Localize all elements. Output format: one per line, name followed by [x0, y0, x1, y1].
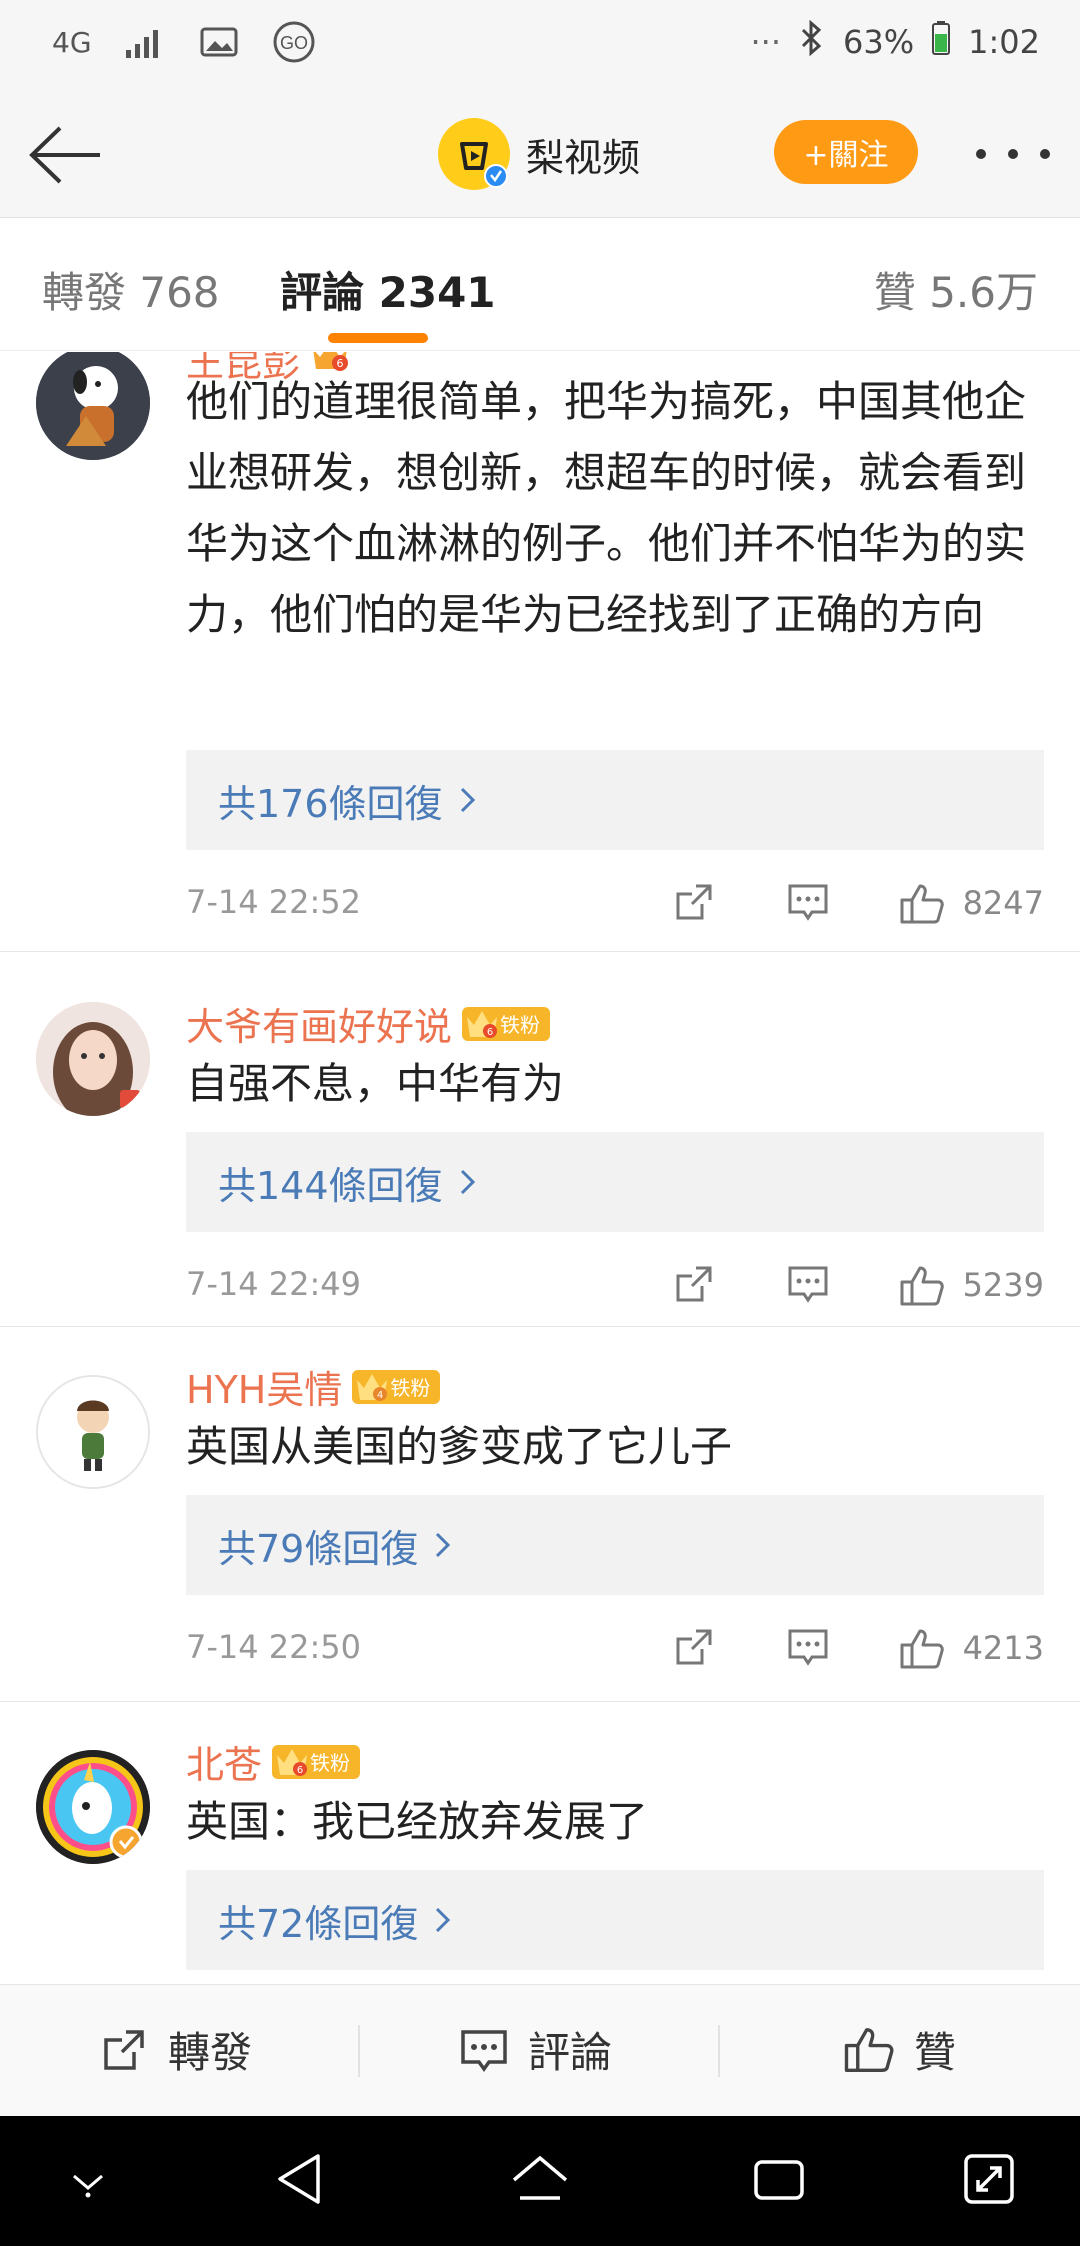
account-brand[interactable]: 梨视频	[438, 118, 640, 190]
comment-time: 7-14 22:50	[186, 1628, 362, 1666]
comment-username[interactable]: 大爷有画好好说 6 铁粉	[186, 996, 551, 1051]
svg-text:6: 6	[487, 1027, 493, 1038]
reply-comment-icon[interactable]	[786, 1262, 830, 1310]
hide-nav-icon[interactable]	[66, 2168, 110, 2202]
reply-comment-icon[interactable]	[786, 880, 830, 928]
chevron-right-icon	[460, 1169, 475, 1195]
svg-text:4: 4	[377, 1390, 383, 1401]
more-dot-icon	[1008, 149, 1018, 159]
more-dot-icon	[1040, 149, 1050, 159]
thumbs-up-icon	[844, 2027, 894, 2072]
gallery-icon	[200, 26, 238, 58]
share-icon[interactable]	[672, 1625, 716, 1673]
view-replies-button[interactable]: 共176條回復	[186, 750, 1044, 850]
view-replies-button[interactable]: 共72條回復	[186, 1870, 1044, 1970]
comment-text: 他们的道理很简单，把华为搞死，中国其他企业想研发，想创新，想超车的时候，就会看到…	[186, 377, 1027, 639]
bottom-action-bar: 轉發 評論 贊	[0, 1984, 1080, 2116]
comment-icon	[461, 2029, 507, 2072]
comment-text: 英国从美国的爹变成了它儿子	[186, 1422, 733, 1471]
divider	[718, 2025, 720, 2077]
chevron-right-icon	[460, 787, 475, 813]
svg-text:6: 6	[297, 1765, 303, 1776]
comment-text: 英国：我已经放弃发展了	[186, 1797, 649, 1846]
view-replies-button[interactable]: 共79條回復	[186, 1495, 1044, 1595]
battery-level: 63%	[843, 23, 915, 61]
recents-nav-icon[interactable]	[752, 2152, 806, 2210]
comment-meta: 7-14 22:49 5239	[186, 1254, 1044, 1314]
iron-fan-badge: 4 铁粉	[352, 1369, 441, 1404]
share-icon[interactable]	[672, 880, 716, 928]
like-thumb-icon[interactable]	[898, 1625, 946, 1677]
reply-comment-icon[interactable]	[786, 1625, 830, 1673]
signal-icon	[125, 26, 166, 58]
comment-username[interactable]: 北苍 6 铁粉	[186, 1734, 361, 1789]
bluetooth-icon	[799, 19, 825, 64]
more-dot-icon	[976, 149, 986, 159]
overflow-indicator: ···	[750, 23, 782, 61]
comment-item: 王昆彭 6 他们的道理很简单，把华为搞死，中国其他企业想研发，想创新，想超车的时…	[0, 352, 1080, 952]
tab-comments[interactable]: 評論 2341	[280, 259, 496, 320]
go-app-icon: GO	[272, 20, 316, 64]
comment-username[interactable]: HYH吴情 4 铁粉	[186, 1359, 441, 1414]
home-nav-icon[interactable]	[510, 2152, 570, 2210]
iron-fan-badge: 6 铁粉	[272, 1744, 361, 1779]
network-type-icon: 4G	[52, 26, 92, 59]
like-thumb-icon[interactable]	[898, 1262, 946, 1314]
detail-tabs: 轉發 768 評論 2341 贊 5.6万	[0, 219, 1080, 351]
like-count: 5239	[962, 1266, 1044, 1304]
avatar[interactable]	[36, 352, 150, 460]
follow-button[interactable]: +關注	[774, 120, 918, 184]
battery-icon	[932, 21, 951, 63]
repost-button[interactable]: 轉發	[98, 2019, 252, 2080]
tab-likes[interactable]: 贊 5.6万	[874, 259, 1038, 320]
more-options-button[interactable]	[976, 134, 1050, 174]
crown-badge-icon: 4	[357, 1373, 388, 1401]
comment-time: 7-14 22:49	[186, 1265, 362, 1303]
comment-meta: 7-14 22:50 4213	[186, 1617, 1044, 1677]
expand-nav-icon[interactable]	[962, 2152, 1016, 2210]
comment-item: 大爷有画好好说 6 铁粉 自强不息，中华有为 共144條回復 7-14 22:4…	[0, 952, 1080, 1327]
divider	[358, 2025, 360, 2077]
back-nav-icon[interactable]	[274, 2152, 324, 2210]
brand-logo-icon	[438, 118, 510, 190]
avatar[interactable]	[36, 1750, 150, 1864]
iron-fan-badge: 6 铁粉	[462, 1006, 551, 1041]
view-replies-button[interactable]: 共144條回復	[186, 1132, 1044, 1232]
comment-button[interactable]: 評論	[458, 2019, 612, 2080]
like-thumb-icon[interactable]	[898, 880, 946, 932]
clock: 1:02	[968, 23, 1040, 61]
comment-time: 7-14 22:52	[186, 883, 362, 921]
status-bar: 4G GO ··· 63% 1:02	[0, 0, 1080, 90]
brand-name: 梨视频	[526, 135, 641, 180]
comment-item: HYH吴情 4 铁粉 英国从美国的爹变成了它儿子 共79條回復 7-14 22:…	[0, 1327, 1080, 1702]
like-count: 4213	[962, 1629, 1044, 1667]
crown-badge-icon: 6	[277, 1748, 308, 1776]
avatar[interactable]	[36, 1375, 150, 1489]
like-count: 8247	[962, 884, 1044, 922]
comment-text: 自强不息，中华有为	[186, 1059, 565, 1108]
tab-repost[interactable]: 轉發 768	[42, 259, 220, 320]
app-header: 梨视频 +關注	[0, 90, 1080, 218]
chevron-right-icon	[436, 1907, 451, 1933]
chevron-right-icon	[436, 1532, 451, 1558]
comment-meta: 7-14 22:52 8247	[186, 872, 1044, 932]
comment-item: 北苍 6 铁粉 英国：我已经放弃发展了 共72條回復	[0, 1702, 1080, 1984]
back-arrow-icon	[29, 126, 100, 184]
avatar[interactable]	[36, 1002, 150, 1116]
active-tab-indicator	[328, 333, 428, 343]
network-label: 4G	[52, 25, 92, 59]
share-icon[interactable]	[672, 1262, 716, 1310]
svg-text:GO: GO	[280, 33, 308, 53]
repost-icon	[104, 2029, 144, 2070]
back-button[interactable]	[24, 120, 104, 190]
like-button[interactable]: 贊	[842, 2019, 956, 2080]
comment-list[interactable]: 王昆彭 6 他们的道理很简单，把华为搞死，中国其他企业想研发，想创新，想超车的时…	[0, 352, 1080, 1984]
system-navigation-bar	[0, 2116, 1080, 2246]
crown-badge-icon: 6	[467, 1010, 498, 1038]
